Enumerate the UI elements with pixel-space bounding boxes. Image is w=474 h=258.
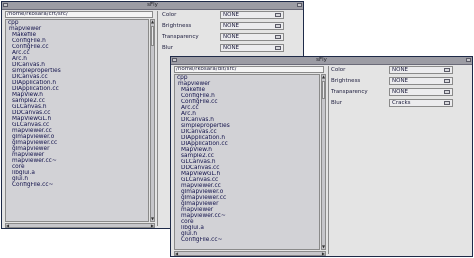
path-field[interactable]: /home/rkosara/dlt/src/ <box>174 66 324 73</box>
dropdown-icon <box>444 68 450 72</box>
scroll-up-arrow-icon[interactable]: ▲ <box>151 20 154 24</box>
control-label: Transparency <box>331 89 368 95</box>
divider <box>157 11 158 226</box>
control-row-brightness: Brightness NONE <box>162 22 302 31</box>
maximize-button[interactable] <box>466 58 471 62</box>
control-row-brightness: Brightness NONE <box>331 77 471 86</box>
file-list[interactable]: cpp mapviewer Makefile ConfigFile.h ConfigFi… <box>174 74 320 250</box>
dropdown-icon <box>275 46 281 50</box>
scroll-right-arrow-icon[interactable]: ▶ <box>151 224 154 228</box>
select-value: Cracks <box>392 100 411 106</box>
select-value: NONE <box>392 89 409 95</box>
file-list-vertical-scrollbar[interactable]: ▲ ▼ <box>150 19 155 222</box>
window-title: sFly <box>147 2 158 8</box>
file-list-horizontal-scrollbar[interactable]: ◀ ▶ <box>174 251 326 256</box>
dropdown-icon <box>444 101 450 105</box>
control-label: Transparency <box>162 34 199 40</box>
select-value: NONE <box>392 78 409 84</box>
control-label: Blur <box>162 45 174 51</box>
select-value: NONE <box>223 45 240 51</box>
transparency-select[interactable]: NONE <box>220 33 284 41</box>
window-title: sFly <box>316 57 327 63</box>
scroll-left-arrow-icon[interactable]: ◀ <box>175 252 178 256</box>
control-label: Color <box>331 67 346 73</box>
file-item[interactable]: ConfigFile.cc~ <box>6 182 148 188</box>
file-list-vertical-scrollbar[interactable]: ▲ ▼ <box>321 74 326 250</box>
color-select[interactable]: NONE <box>220 11 284 19</box>
scroll-thumb[interactable] <box>322 81 325 99</box>
title-bar[interactable]: sFly <box>171 57 472 65</box>
window-front: sFly /home/rkosara/dlt/src/ cpp mapviewer… <box>170 56 473 257</box>
dropdown-icon <box>275 24 281 28</box>
file-list[interactable]: cpp mapviewer Makefile ConfigFile.h ConfigFi… <box>5 19 149 222</box>
control-label: Brightness <box>162 23 192 29</box>
dropdown-icon <box>444 79 450 83</box>
blur-select[interactable]: NONE <box>220 44 284 52</box>
control-label: Blur <box>331 100 343 106</box>
divider <box>328 66 329 254</box>
file-list-horizontal-scrollbar[interactable]: ◀ ▶ <box>5 223 155 228</box>
transparency-select[interactable]: NONE <box>389 88 453 96</box>
dropdown-icon <box>444 90 450 94</box>
control-label: Color <box>162 12 177 18</box>
select-value: NONE <box>223 23 240 29</box>
scroll-thumb[interactable] <box>151 26 154 46</box>
control-row-blur: Blur NONE <box>162 44 302 53</box>
scroll-right-arrow-icon[interactable]: ▶ <box>322 252 325 256</box>
control-row-color: Color NONE <box>162 11 302 20</box>
select-value: NONE <box>392 67 409 73</box>
select-value: NONE <box>223 34 240 40</box>
scroll-up-arrow-icon[interactable]: ▲ <box>322 75 325 79</box>
blur-select[interactable]: Cracks <box>389 99 453 107</box>
scroll-down-arrow-icon[interactable]: ▼ <box>322 245 325 249</box>
file-item[interactable]: ConfigFile.cc~ <box>175 237 319 243</box>
control-label: Brightness <box>331 78 361 84</box>
select-value: NONE <box>223 12 240 18</box>
color-select[interactable]: NONE <box>389 66 453 74</box>
scroll-left-arrow-icon[interactable]: ◀ <box>6 224 9 228</box>
path-field[interactable]: /home/rkosara/crt/src/ <box>5 11 153 18</box>
dropdown-icon <box>275 35 281 39</box>
brightness-select[interactable]: NONE <box>220 22 284 30</box>
control-row-transparency: Transparency NONE <box>162 33 302 42</box>
maximize-button[interactable] <box>297 3 302 7</box>
control-row-transparency: Transparency NONE <box>331 88 471 97</box>
brightness-select[interactable]: NONE <box>389 77 453 85</box>
dropdown-icon <box>275 13 281 17</box>
control-row-color: Color NONE <box>331 66 471 75</box>
control-row-blur: Blur Cracks <box>331 99 471 108</box>
scroll-down-arrow-icon[interactable]: ▼ <box>151 217 154 221</box>
title-bar[interactable]: sFly <box>2 2 303 10</box>
